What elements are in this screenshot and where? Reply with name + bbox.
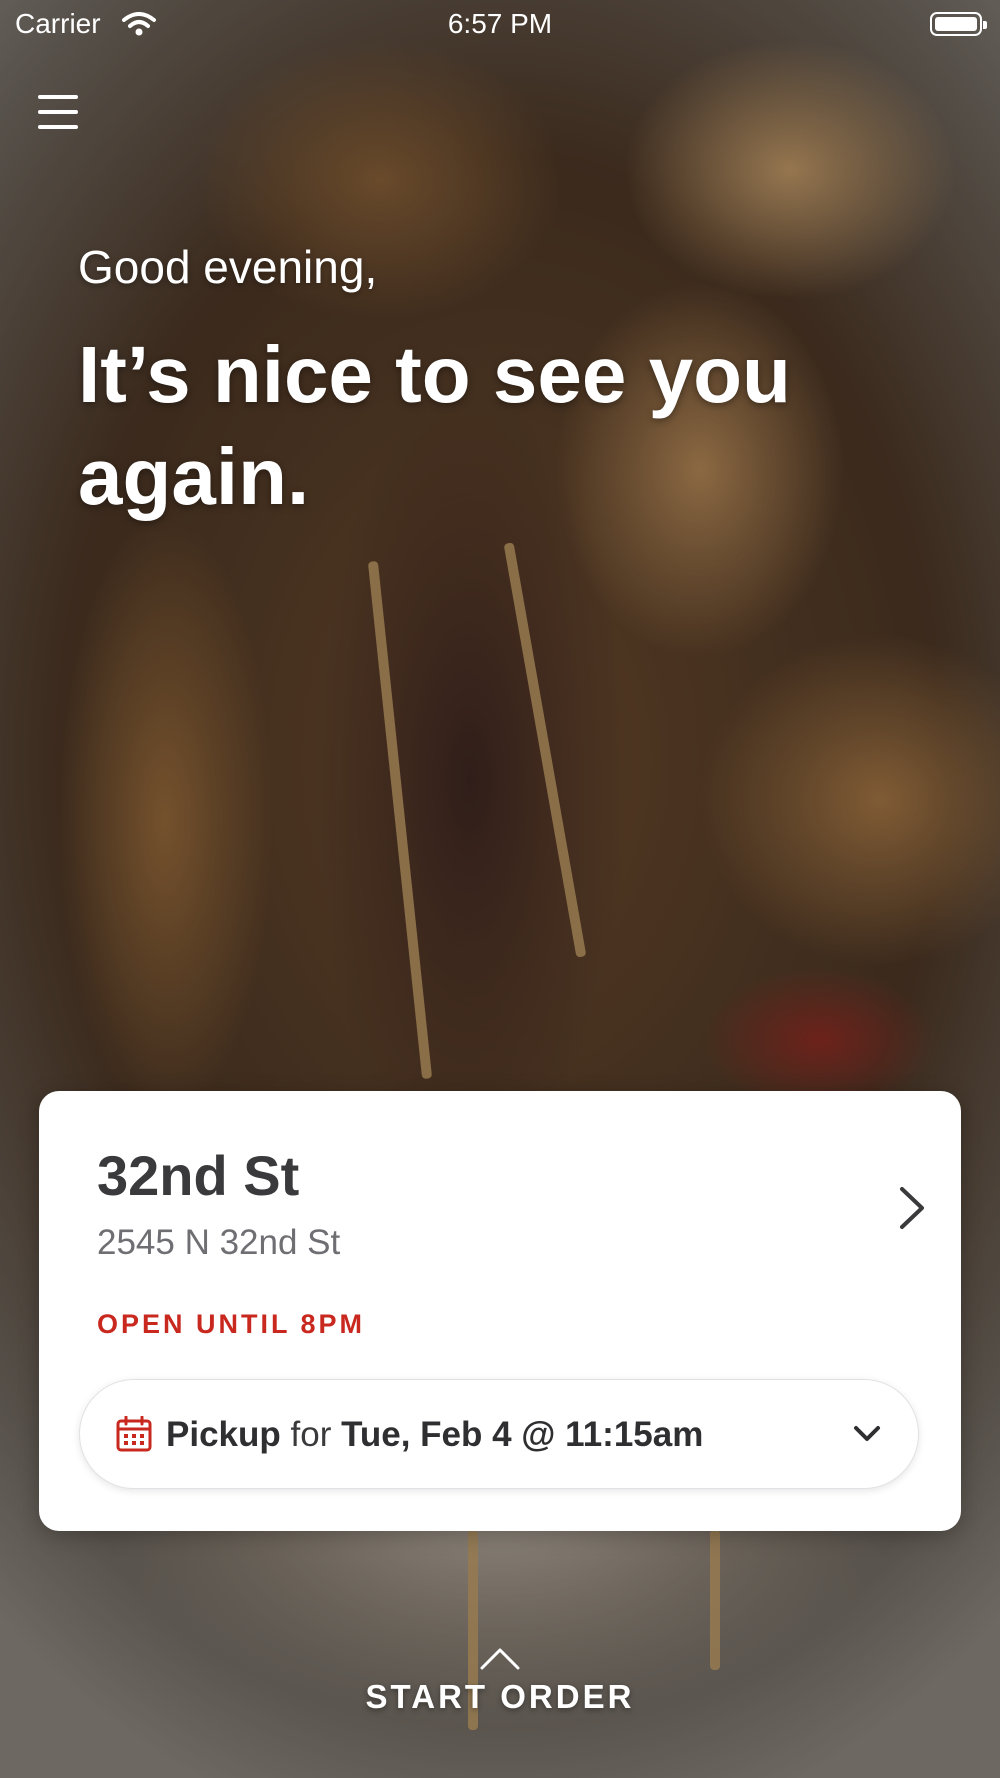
chevron-right-icon [900,1187,924,1229]
location-row[interactable]: 32nd St 2545 N 32nd St [97,1143,927,1263]
greeting-salutation: Good evening, [78,241,378,293]
location-name: 32nd St [97,1144,300,1207]
location-address: 2545 N 32nd St [97,1223,341,1262]
order-datetime: Tue, Feb 4 @ 11:15am [341,1415,704,1454]
hours-status: OPEN UNTIL 8PM [97,1309,366,1339]
battery-level [935,17,977,31]
order-method: Pickup [166,1415,281,1454]
status-time: 6:57 PM [447,8,553,39]
chevron-down-icon [854,1426,880,1441]
chevron-up-icon [480,1648,520,1670]
pickup-time-selector[interactable]: Pickup for Tue, Feb 4 @ 11:15am [79,1379,919,1489]
greeting-headline: It’s nice to see you again. [78,330,791,521]
battery-icon [930,12,987,36]
start-order-button[interactable]: START ORDER [330,1640,670,1720]
hamburger-menu-icon[interactable] [38,93,78,133]
status-bar: Carrier 6:57 PM [0,0,1000,50]
start-order-label: START ORDER [365,1678,635,1715]
order-connector: for [290,1415,332,1454]
location-card: 32nd St 2545 N 32nd St OPEN UNTIL 8PM Pi… [39,1091,961,1531]
calendar-icon [116,1416,152,1452]
pickup-summary: Pickup for Tue, Feb 4 @ 11:15am [166,1415,703,1455]
